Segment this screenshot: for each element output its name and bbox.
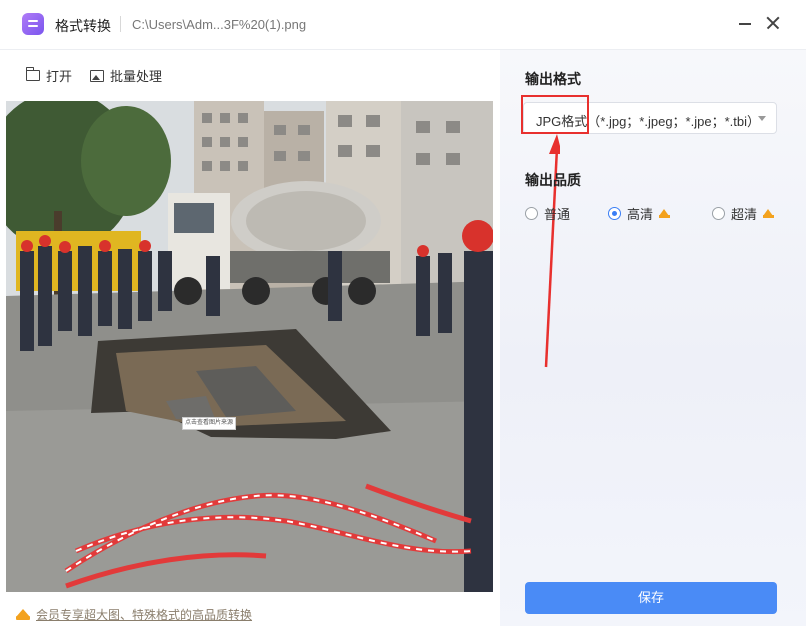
image-preview: 点击查看图片来源 — [6, 101, 493, 592]
batch-label: 批量处理 — [110, 69, 163, 84]
radio-ultra[interactable] — [712, 207, 725, 220]
image-source-watermark: 点击查看图片来源 — [182, 417, 236, 430]
vip-notice: 会员专享超大图、特殊格式的高品质转换 — [16, 606, 252, 623]
preview-photo — [6, 101, 493, 592]
preview-panel: 打开 批量处理 点击查看图片来源 会员专享超大图、特殊格式的高品质转换 — [0, 50, 500, 626]
quality-normal-label: 普通 — [544, 207, 571, 222]
radio-normal[interactable] — [525, 207, 538, 220]
settings-panel: 输出格式 JPG格式（*.jpg；*.jpeg；*.jpe；*.tbi） 输出品… — [500, 50, 806, 626]
file-path: C:\Users\Adm...3F%20(1).png — [132, 17, 307, 32]
open-label: 打开 — [46, 69, 73, 84]
quality-option-ultra[interactable]: 超清 — [712, 204, 775, 223]
minimize-icon[interactable] — [733, 11, 757, 35]
crown-icon — [659, 209, 671, 218]
app-title: 格式转换 — [55, 18, 111, 34]
output-format-label: 输出格式 — [525, 71, 581, 87]
red-arrow-annotation — [544, 134, 560, 368]
quality-options: 普通 高清 超清 — [525, 204, 775, 223]
quality-option-high[interactable]: 高清 — [608, 204, 712, 223]
output-quality-label: 输出品质 — [525, 172, 581, 188]
crown-icon — [16, 609, 30, 620]
open-button[interactable]: 打开 — [25, 66, 73, 85]
quality-option-normal[interactable]: 普通 — [525, 204, 608, 223]
radio-high[interactable] — [608, 207, 621, 220]
save-button[interactable]: 保存 — [525, 582, 777, 614]
quality-high-label: 高清 — [627, 207, 654, 222]
image-icon — [90, 69, 104, 82]
highlight-box — [521, 95, 589, 134]
app-logo-icon — [22, 13, 44, 35]
crown-icon — [763, 209, 775, 218]
dropdown-caret-icon — [758, 116, 766, 121]
vip-notice-link[interactable]: 会员专享超大图、特殊格式的高品质转换 — [36, 606, 252, 623]
quality-ultra-label: 超清 — [731, 207, 758, 222]
folder-open-icon — [25, 67, 40, 81]
title-bar: 格式转换 C:\Users\Adm...3F%20(1).png — [0, 0, 806, 50]
title-divider — [120, 16, 121, 32]
close-icon[interactable] — [761, 11, 785, 35]
batch-process-button[interactable]: 批量处理 — [90, 66, 162, 85]
